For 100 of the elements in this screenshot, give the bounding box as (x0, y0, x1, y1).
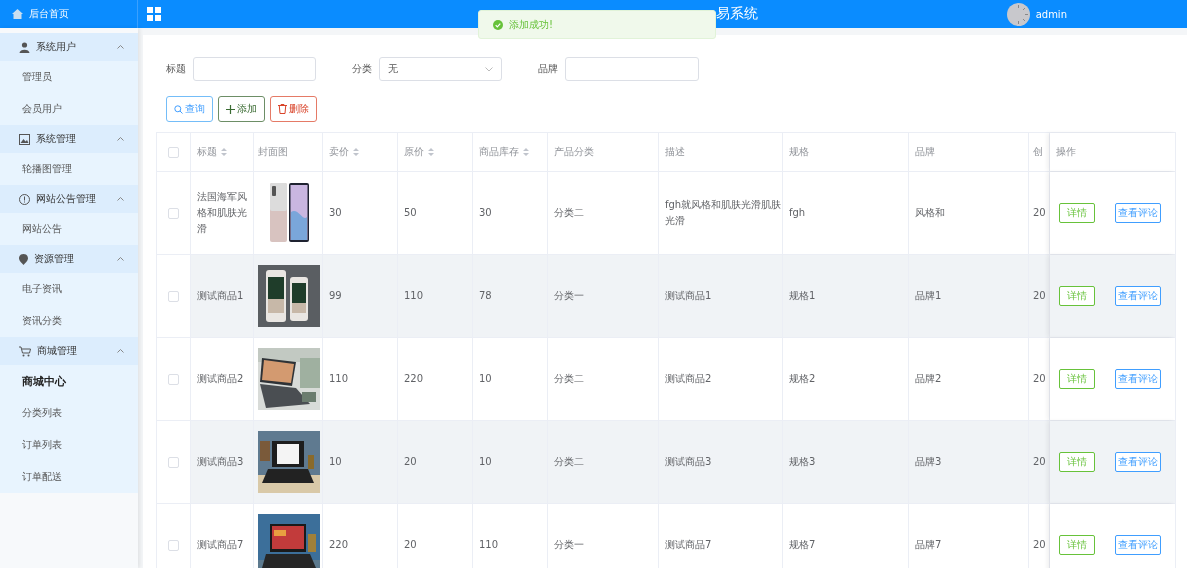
plus-icon (226, 104, 235, 114)
image-icon (19, 133, 30, 145)
table-cell-text: 78 (479, 289, 492, 303)
row-checkbox[interactable] (168, 373, 179, 385)
column-header: 原价 (404, 145, 424, 159)
table-cell-text: 品牌1 (915, 289, 942, 303)
menu-item[interactable]: 分类列表 (0, 397, 138, 429)
table-cell-text: 110 (329, 372, 349, 386)
table-cell-text: 20 (1033, 289, 1046, 303)
filter-input[interactable] (565, 57, 699, 81)
sort-icon[interactable] (221, 148, 227, 156)
menu-item[interactable]: 管理员 (0, 61, 138, 93)
column-header: 标题 (197, 145, 217, 159)
table-cell-text: 110 (479, 538, 499, 552)
row-checkbox[interactable] (168, 539, 179, 551)
avatar-icon[interactable] (1006, 2, 1030, 26)
table-cell-text: 110 (404, 289, 424, 303)
chevron-icon (117, 45, 124, 49)
menu-group[interactable]: 商城管理 (0, 337, 138, 365)
table-cell-text: 风格和 (915, 206, 945, 220)
menu-item[interactable]: 电子资讯 (0, 273, 138, 305)
table-cell-text: 220 (329, 538, 349, 552)
chevron-down-icon (485, 66, 493, 72)
menu-group[interactable]: 系统用户 (0, 33, 138, 61)
table-cell-text: 品牌7 (915, 538, 942, 552)
column-header: 封面图 (258, 145, 288, 159)
table-cell-text: 规格3 (789, 455, 816, 469)
sort-icon[interactable] (523, 148, 529, 156)
user-icon (19, 41, 30, 53)
sort-icon[interactable] (428, 148, 434, 156)
column-header: 操作 (1056, 145, 1076, 159)
table-cell-text: 测试商品2 (665, 372, 712, 386)
menu-group[interactable]: 系统管理 (0, 125, 138, 153)
delete-button[interactable]: 删除 (270, 96, 317, 122)
table-cell-text: 99 (329, 289, 342, 303)
select-all-checkbox[interactable] (168, 146, 179, 158)
table-cell-text: 测试商品1 (197, 289, 245, 303)
table-cell-text: 20 (1033, 538, 1046, 552)
table-cell-text: 50 (404, 206, 417, 220)
table-cell-text: 10 (479, 372, 492, 386)
menu-item[interactable]: 订单配送 (0, 461, 138, 493)
sort-icon[interactable] (353, 148, 359, 156)
table-cell-text: 规格7 (789, 538, 816, 552)
table-cell-text: 规格1 (789, 289, 816, 303)
filter-input[interactable] (193, 57, 316, 81)
trash-icon (278, 104, 287, 114)
row-checkbox[interactable] (168, 456, 179, 468)
table-cell-text: 10 (329, 455, 342, 469)
table-cell-text: 测试商品7 (197, 538, 245, 552)
info-icon (19, 193, 30, 205)
column-header: 卖价 (329, 145, 349, 159)
cart-icon (19, 345, 31, 357)
table-cell-text: 30 (479, 206, 492, 220)
column-header: 商品库存 (479, 145, 519, 159)
table-cell-text: 30 (329, 206, 342, 220)
menu-item[interactable]: 订单列表 (0, 429, 138, 461)
table-cell-text: 分类二 (554, 455, 584, 469)
table-cell-text: 测试商品7 (665, 538, 712, 552)
table-cell-text: 20 (404, 538, 417, 552)
menu-item[interactable]: 会员用户 (0, 93, 138, 125)
table-cell-text: 法国海军风格和肌肤光滑 (197, 190, 248, 236)
home-icon (12, 9, 23, 19)
chevron-icon (117, 137, 124, 141)
chevron-icon (117, 197, 124, 201)
table-cell-text: 分类一 (554, 289, 584, 303)
filter-label: 分类 (352, 62, 372, 76)
row-checkbox[interactable] (168, 290, 179, 302)
column-header: 规格 (789, 145, 809, 159)
chevron-icon (117, 257, 124, 261)
menu-icon[interactable] (147, 7, 161, 21)
search-icon (174, 104, 183, 114)
menu-item[interactable]: 轮播图管理 (0, 153, 138, 185)
add-button[interactable]: 添加 (218, 96, 265, 122)
table-cell-text: 测试商品1 (665, 289, 712, 303)
column-header: 产品分类 (554, 145, 594, 159)
pin-icon (19, 253, 28, 265)
table-cell-text: fgh就风格和肌肤光滑肌肤光滑 (665, 198, 782, 228)
table-cell-text: 20 (404, 455, 417, 469)
table-cell-text: 分类二 (554, 372, 584, 386)
column-header: 创 (1033, 145, 1043, 159)
category-select[interactable]: 无 (379, 57, 502, 81)
filter-label: 品牌 (538, 62, 558, 76)
table-cell-text: 分类二 (554, 206, 584, 220)
menu-group[interactable]: 网站公告管理 (0, 185, 138, 213)
table-cell-text: 220 (404, 372, 424, 386)
toast-message: 添加成功! (509, 17, 553, 32)
table-cell-text: 20 (1033, 372, 1046, 386)
table-cell-text: 测试商品3 (665, 455, 712, 469)
table-cell-text: 分类一 (554, 538, 584, 552)
table-cell-text: 20 (1033, 206, 1046, 220)
menu-group[interactable]: 资源管理 (0, 245, 138, 273)
table-cell-text: 10 (479, 455, 492, 469)
menu-item[interactable]: 商城中心 (0, 365, 138, 397)
row-checkbox[interactable] (168, 207, 179, 219)
column-header: 品牌 (915, 145, 935, 159)
chevron-icon (117, 349, 124, 353)
menu-item[interactable]: 网站公告 (0, 213, 138, 245)
app-title: 易系统 (716, 5, 758, 23)
menu-item[interactable]: 资讯分类 (0, 305, 138, 337)
table-cell-text: fgh (789, 206, 806, 220)
